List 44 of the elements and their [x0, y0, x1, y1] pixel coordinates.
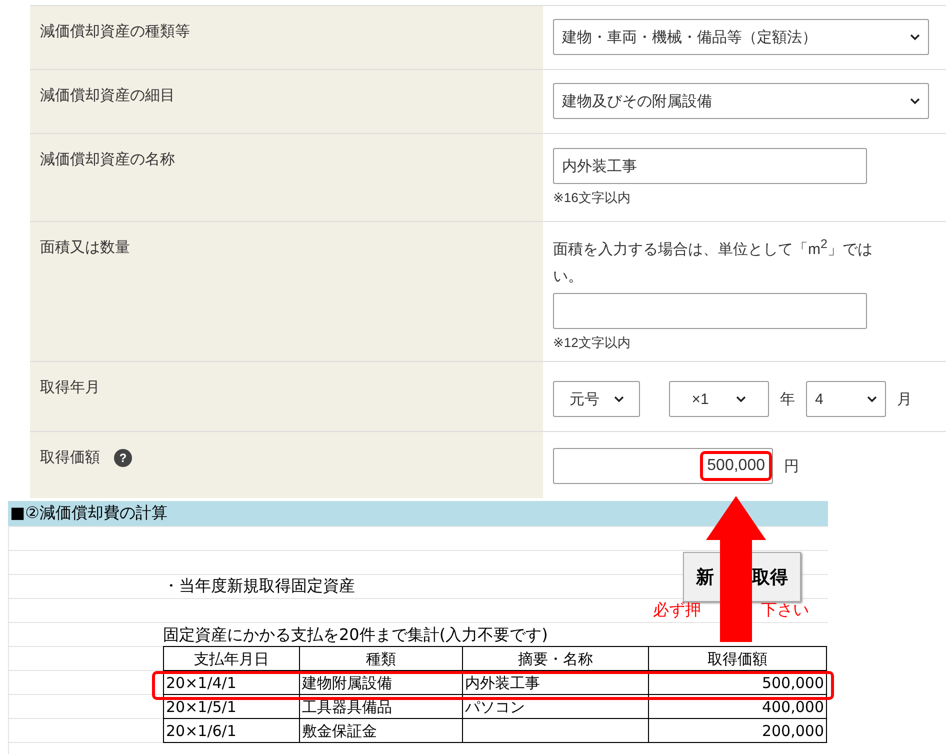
field-label: 減価償却資産の細目: [40, 86, 175, 105]
amount-field[interactable]: 500,000: [553, 448, 773, 484]
table-cell: 敷金保証金: [300, 718, 462, 742]
chevron-down-icon: [867, 396, 877, 402]
amount-value: 500,000: [700, 451, 772, 481]
table-cell: 20×1/5/1: [164, 694, 300, 718]
month-select[interactable]: 4: [806, 381, 886, 417]
era-select[interactable]: 元号: [553, 381, 640, 417]
field-label: 取得年月: [40, 378, 100, 397]
table-cell: 工具器具備品: [300, 694, 462, 718]
field-label: 面積又は数量: [40, 238, 130, 257]
chevron-down-icon: [910, 98, 920, 104]
field-label: 減価償却資産の種類等: [40, 22, 190, 41]
section-header: ■②減価償却費の計算: [8, 501, 828, 526]
table-cell: 200,000: [648, 718, 826, 742]
table-caption: 固定資産にかかる支払を20件まで集計(入力不要です): [163, 625, 549, 646]
chevron-down-icon: [614, 396, 624, 402]
field-note: ※16文字以内: [553, 189, 632, 207]
chevron-down-icon: [736, 396, 746, 402]
unit-label: 月: [897, 390, 912, 408]
column-header: 取得価額: [648, 646, 826, 670]
section-subtitle: ・当年度新規取得固定資産: [163, 576, 356, 596]
unit-label: 年: [780, 390, 795, 408]
field-label: 減価償却資産の名称: [40, 150, 175, 169]
unit-label: 円: [784, 456, 799, 476]
select-dropdown[interactable]: 建物及びその附属設備: [553, 83, 929, 119]
column-header: 摘要・名称: [462, 646, 648, 670]
chevron-down-icon: [910, 34, 920, 40]
field-note: ※12文字以内: [553, 334, 632, 352]
column-header: 支払年月日: [164, 646, 300, 670]
table-cell: パソコン: [462, 694, 648, 718]
hint-text: 面積を入力する場合は、単位として「m$^{2}$」では: [553, 236, 874, 260]
year-select[interactable]: ×1: [669, 381, 769, 417]
warning-text: 下さい: [761, 600, 809, 620]
input-field[interactable]: [553, 293, 867, 329]
hint-text: い。: [553, 267, 584, 287]
warning-text: 必ず押: [653, 600, 701, 620]
input-field[interactable]: 内外装工事: [553, 148, 867, 184]
field-label: 取得価額: [40, 448, 100, 467]
table-cell: 20×1/6/1: [164, 718, 300, 742]
select-dropdown[interactable]: 建物・車両・機械・備品等（定額法）: [553, 19, 929, 55]
table-cell: 400,000: [648, 694, 826, 718]
help-icon[interactable]: ?: [114, 449, 132, 467]
column-header: 種類: [300, 646, 462, 670]
